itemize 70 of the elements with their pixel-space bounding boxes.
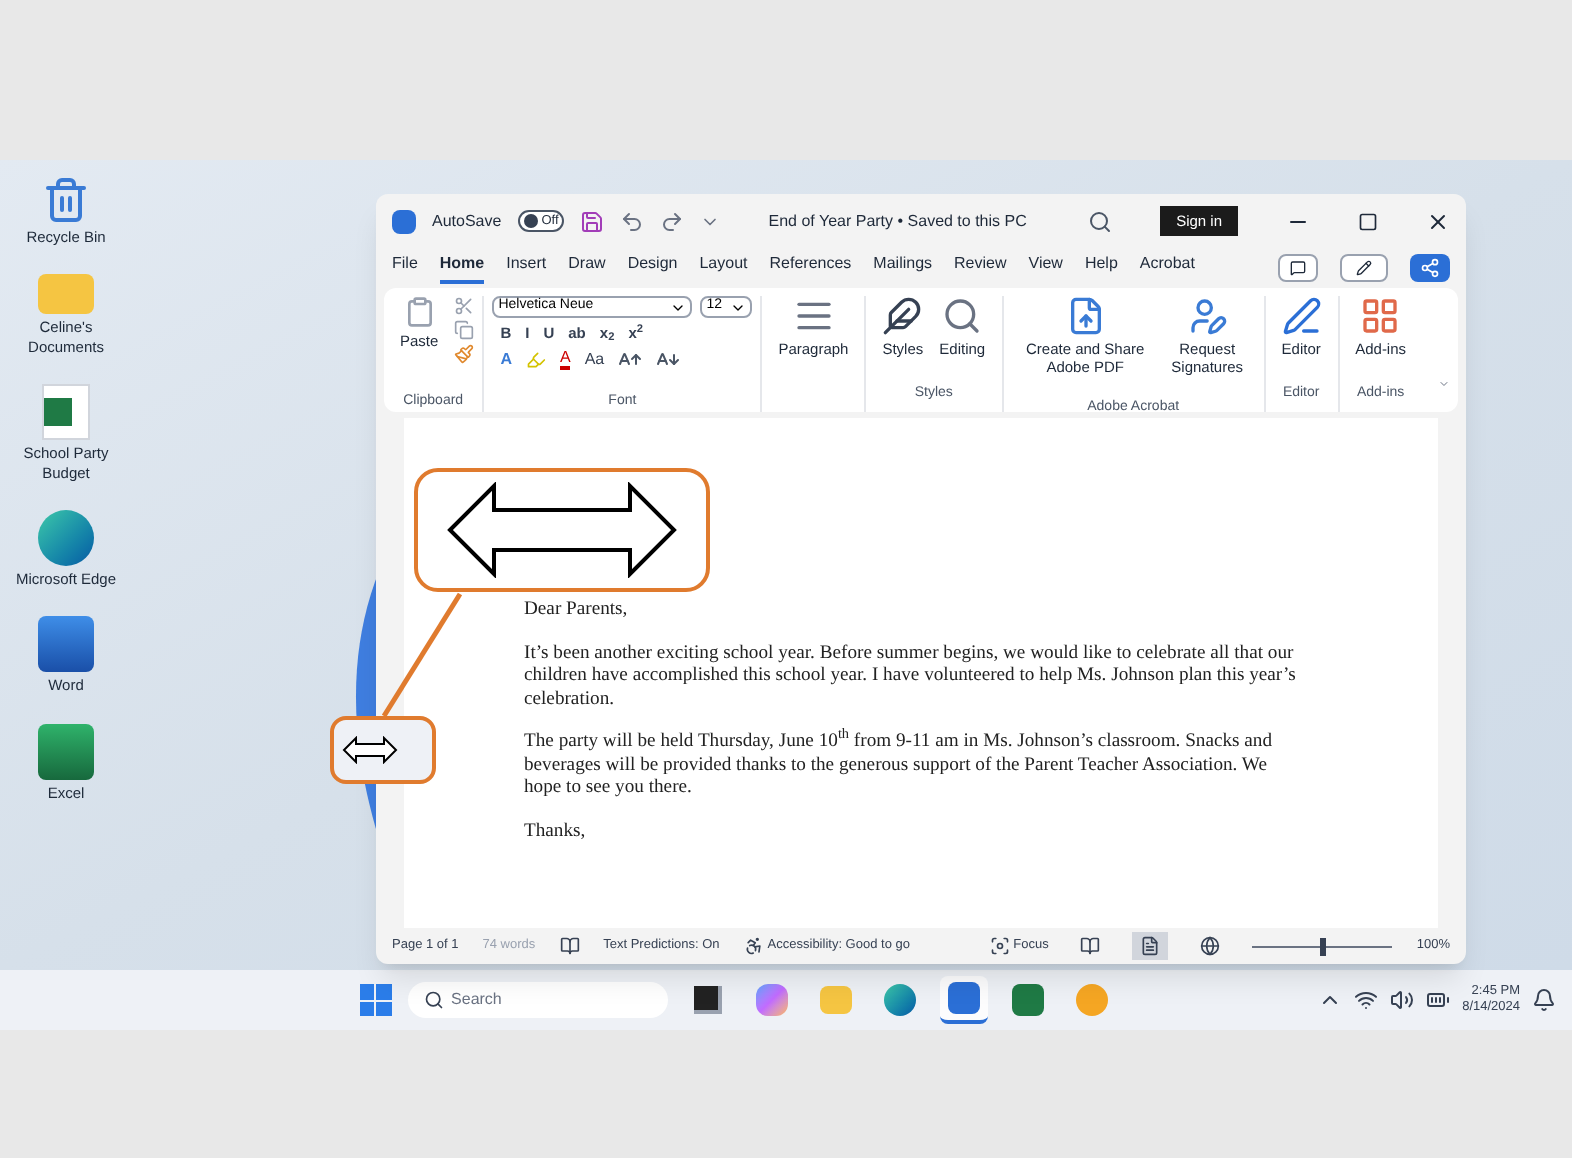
editing-icon	[942, 296, 983, 336]
browser-icon[interactable]	[883, 984, 916, 1016]
ribbon-tab[interactable]: Design	[627, 252, 678, 284]
word-processor-icon[interactable]	[947, 982, 980, 1014]
document-paragraph: It’s been another exciting school year. Before summer begins, we would like to celebrate all that our children have accomplished this school year. I have volunteered to help Ms. Johnson plan this year’s celebration.	[524, 641, 1298, 710]
document-title[interactable]: End of Year Party • Saved to this PC	[768, 209, 1027, 233]
accessibility-icon	[743, 936, 764, 956]
close-icon[interactable]	[1426, 209, 1450, 233]
copy-icon[interactable]	[454, 320, 475, 340]
document-paragraph: The party will be held Thursday, June 10$^{th}$ from 9-11 am in Ms. Johnson’s classroom. Snacks and beverages will be provided thanks to the generous support of the Parent Teacher Association. We hope to see you there.	[524, 730, 1275, 799]
undo-icon[interactable]	[620, 209, 645, 233]
view-button[interactable]	[1132, 932, 1169, 960]
browser-icon	[38, 509, 94, 566]
ribbon-tab[interactable]: Help	[1084, 252, 1118, 284]
ribbon-tab[interactable]: Draw	[568, 252, 606, 284]
font-color-button[interactable]: A	[559, 350, 571, 371]
document-paragraph: Dear Parents,	[524, 598, 630, 621]
task-view-icon[interactable]	[693, 986, 722, 1014]
notifications-icon[interactable]	[1532, 988, 1556, 1012]
volume-icon[interactable]	[1390, 988, 1415, 1012]
styles-icon	[882, 296, 923, 336]
add-ins-icon	[1360, 296, 1401, 336]
search-placeholder: Search	[451, 988, 502, 1012]
autosave-label: AutoSave	[432, 209, 502, 233]
globe-icon	[1200, 936, 1221, 956]
text-effects-button[interactable]: A	[500, 348, 512, 373]
ribbon-tab[interactable]: View	[1028, 252, 1063, 284]
comments-icon[interactable]	[1278, 254, 1318, 282]
format-painter-icon[interactable]	[454, 344, 475, 364]
ribbon-tab[interactable]: Insert	[506, 252, 547, 284]
folder-icon	[38, 274, 94, 315]
taskbar-search-field[interactable]: Search	[407, 982, 668, 1018]
editor-icon	[1281, 296, 1322, 336]
start-icon[interactable]	[359, 984, 392, 1016]
spreadsheet-icon	[38, 723, 94, 780]
document-paragraph: Thanks,	[524, 819, 588, 842]
book-icon	[1080, 936, 1101, 956]
ribbon-tab[interactable]: Mailings	[873, 252, 933, 284]
redo-icon[interactable]	[660, 209, 685, 233]
signature-icon	[1187, 296, 1228, 336]
page-icon	[1140, 936, 1161, 956]
ribbon-tab[interactable]: Home	[439, 252, 485, 284]
spreadsheet-file-icon	[42, 384, 90, 441]
cut-icon[interactable]	[454, 296, 475, 316]
active-app-highlight[interactable]	[939, 976, 988, 1024]
ribbon-tab[interactable]: File	[392, 252, 418, 284]
search-icon[interactable]	[1088, 209, 1113, 233]
word-processor-icon	[38, 616, 94, 673]
maximize-icon[interactable]	[1358, 211, 1378, 231]
search-icon	[423, 990, 444, 1010]
word-app-icon	[392, 209, 416, 233]
ribbon-tab[interactable]: Review	[954, 252, 1007, 284]
ribbon-tab[interactable]: Acrobat	[1139, 252, 1195, 284]
save-icon[interactable]	[580, 209, 605, 233]
double-arrow-icon	[342, 736, 398, 764]
ribbon-tab[interactable]: References	[769, 252, 852, 284]
paste-icon	[403, 296, 436, 328]
proofing-icon[interactable]	[559, 936, 580, 956]
pdf-file-icon	[1065, 296, 1106, 336]
editing-mode-icon[interactable]	[1340, 254, 1388, 282]
change-case-button[interactable]: Aa	[584, 348, 605, 373]
zoom-slider-thumb[interactable]	[1320, 937, 1327, 955]
assistant-icon[interactable]	[755, 984, 788, 1016]
recycle-bin-icon	[42, 176, 90, 224]
ribbon-tab[interactable]: Layout	[699, 252, 748, 284]
share-icon[interactable]	[1410, 254, 1450, 282]
focus-icon	[989, 936, 1010, 956]
spreadsheet-icon[interactable]	[1011, 984, 1044, 1016]
double-arrow-icon	[446, 482, 678, 578]
battery-icon[interactable]	[1426, 988, 1451, 1012]
